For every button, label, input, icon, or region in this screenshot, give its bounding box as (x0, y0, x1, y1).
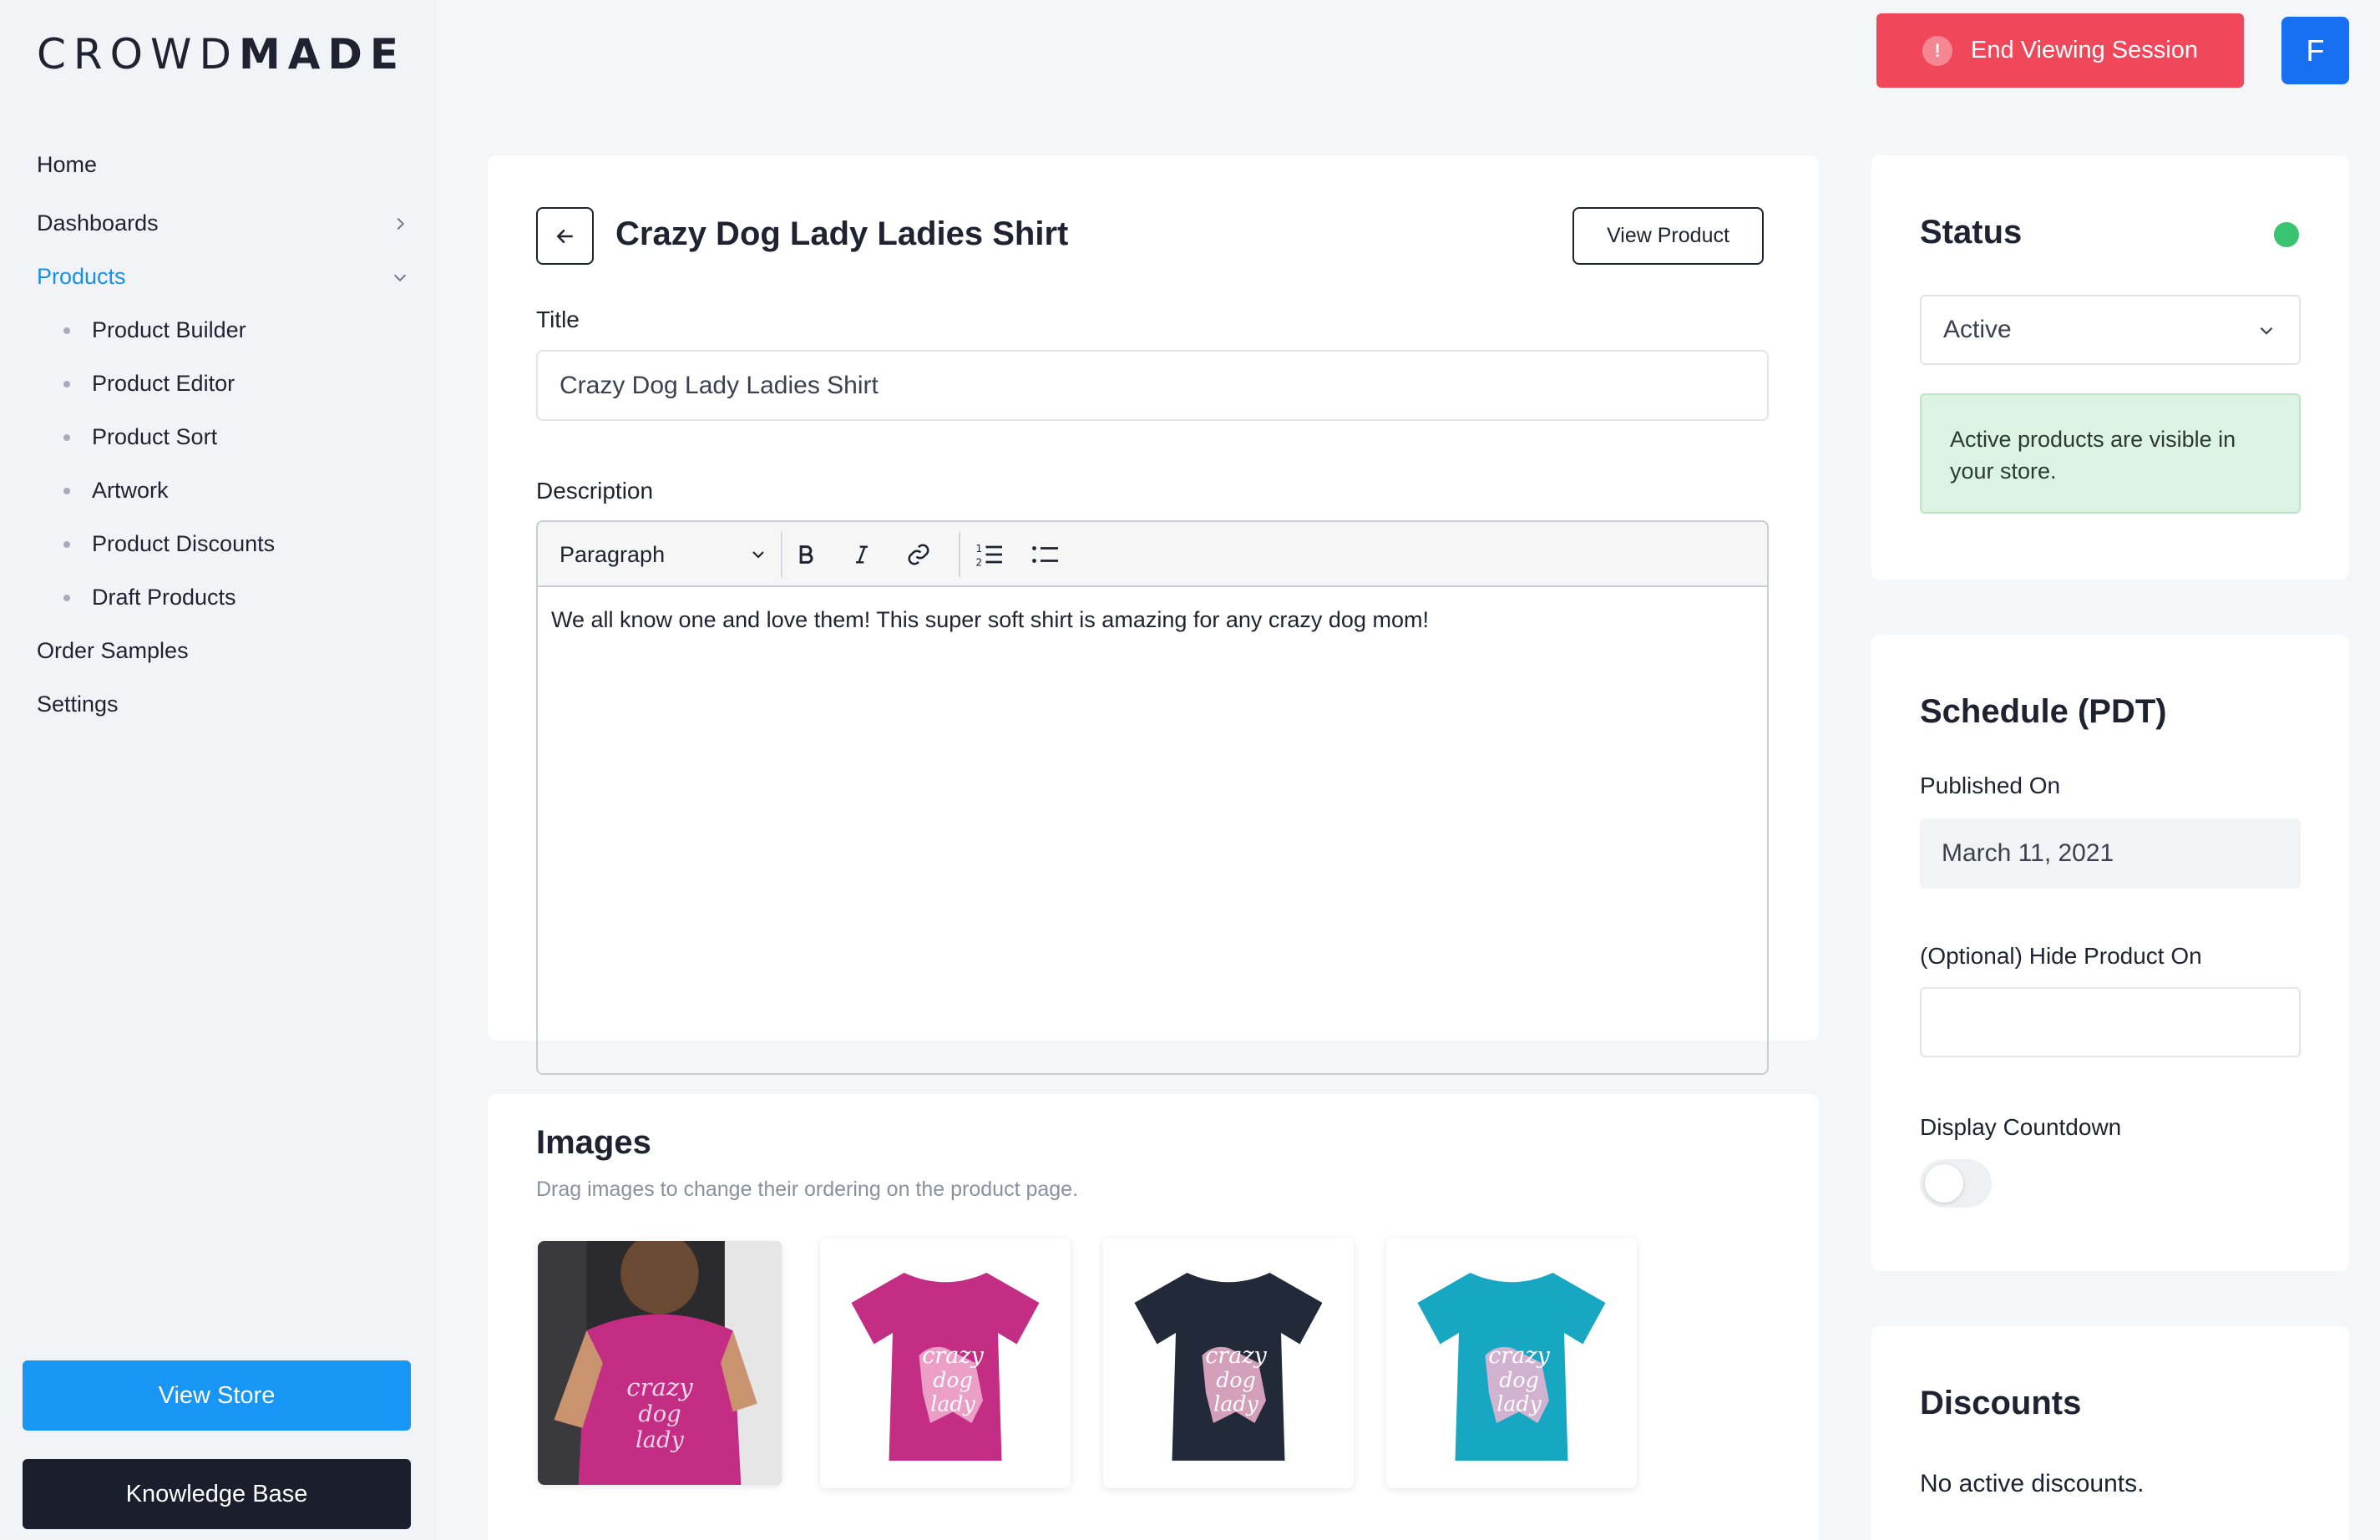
svg-text:crazy: crazy (1205, 1343, 1267, 1369)
sidebar-subitem-draft-products[interactable]: Draft Products (63, 585, 236, 610)
knowledge-base-button[interactable]: Knowledge Base (23, 1459, 411, 1529)
display-countdown-label: Display Countdown (1920, 1114, 2122, 1140)
images-hint: Drag images to change their ordering on … (536, 1178, 1079, 1201)
status-select[interactable]: Active (1920, 295, 2301, 365)
bullet-icon (63, 327, 70, 334)
editor-toolbar: Paragraph 12 (538, 522, 1767, 587)
svg-text:lady: lady (636, 1427, 684, 1453)
sidebar-item-dashboards[interactable]: Dashboards (37, 210, 404, 236)
teal-shirt-image: crazy dog lady (1417, 1273, 1606, 1461)
svg-text:lady: lady (1496, 1392, 1542, 1416)
sidebar-item-settings[interactable]: Settings (37, 691, 119, 717)
svg-text:dog: dog (638, 1401, 681, 1427)
discounts-card: Discounts No active discounts. (1871, 1326, 2349, 1540)
published-on-field[interactable]: March 11, 2021 (1920, 818, 2301, 889)
product-details-card: Crazy Dog Lady Ladies Shirt View Product… (488, 155, 1819, 1075)
ordered-list-icon: 12 (976, 543, 1002, 569)
format-select[interactable]: Paragraph (560, 522, 768, 587)
view-store-button[interactable]: View Store (23, 1360, 411, 1431)
sidebar: CROWDMADE Home Dashboards Products Produ… (0, 0, 437, 1540)
back-button[interactable] (536, 207, 594, 265)
bullet-list-button[interactable] (1027, 536, 1064, 573)
title-label: Title (536, 306, 580, 332)
toggle-knob (1925, 1164, 1963, 1203)
images-title: Images (536, 1124, 651, 1161)
product-image-pink[interactable]: crazy dog lady (820, 1238, 1071, 1488)
link-icon (908, 544, 929, 565)
svg-text:dog: dog (1216, 1368, 1255, 1392)
hide-product-on-field[interactable] (1920, 987, 2301, 1057)
svg-text:1: 1 (976, 543, 983, 555)
product-image-teal[interactable]: crazy dog lady (1386, 1238, 1637, 1488)
svg-text:crazy: crazy (626, 1373, 693, 1401)
display-countdown-toggle[interactable] (1920, 1159, 1992, 1208)
bullet-icon (63, 594, 70, 601)
bullet-list-icon (1032, 546, 1058, 563)
title-input[interactable]: Crazy Dog Lady Ladies Shirt (536, 350, 1769, 421)
chevron-down-icon (393, 274, 407, 281)
arrow-left-icon (555, 229, 573, 243)
svg-text:lady: lady (1213, 1392, 1258, 1416)
images-card: Images Drag images to change their order… (488, 1094, 1819, 1540)
svg-text:lady: lady (930, 1392, 975, 1416)
end-viewing-session-button[interactable]: ! End Viewing Session (1876, 13, 2244, 88)
editor-content[interactable]: We all know one and love them! This supe… (538, 587, 1767, 653)
svg-text:crazy: crazy (1488, 1343, 1550, 1369)
chevron-right-icon (397, 217, 404, 230)
sidebar-item-order-samples[interactable]: Order Samples (37, 638, 189, 664)
svg-text:2: 2 (976, 557, 983, 569)
product-image-model[interactable]: crazy dog lady (538, 1241, 782, 1485)
navy-shirt-image: crazy dog lady (1134, 1273, 1323, 1461)
bold-icon (799, 545, 813, 564)
status-card: Status Active Active products are visibl… (1871, 155, 2349, 580)
no-discounts-text: No active discounts. (1920, 1470, 2145, 1497)
sidebar-subitem-artwork[interactable]: Artwork (63, 478, 169, 504)
description-editor[interactable]: Paragraph 12 We all know one and love th… (536, 520, 1769, 1075)
view-product-button[interactable]: View Product (1572, 207, 1764, 265)
link-button[interactable] (900, 536, 937, 573)
status-indicator-dot (2274, 222, 2299, 247)
description-label: Description (536, 478, 654, 504)
italic-icon (856, 545, 868, 564)
crowdmade-logo[interactable]: CROWDMADE (37, 30, 406, 79)
bullet-icon (63, 433, 70, 441)
sidebar-item-products[interactable]: Products (37, 264, 407, 290)
status-info-box: Active products are visible in your stor… (1920, 393, 2301, 514)
sidebar-subitem-product-editor[interactable]: Product Editor (63, 371, 235, 397)
bullet-icon (63, 487, 70, 494)
schedule-card: Schedule (PDT) Published On March 11, 20… (1871, 635, 2349, 1271)
ordered-list-button[interactable]: 12 (971, 536, 1008, 573)
svg-text:dog: dog (1499, 1368, 1538, 1392)
sidebar-subitem-product-builder[interactable]: Product Builder (63, 317, 246, 343)
product-image-navy[interactable]: crazy dog lady (1103, 1238, 1354, 1488)
discounts-title: Discounts (1920, 1385, 2082, 1421)
schedule-title: Schedule (PDT) (1920, 693, 2167, 730)
bullet-icon (63, 540, 70, 548)
sidebar-subitem-product-sort[interactable]: Product Sort (63, 424, 217, 450)
chevron-down-icon (2260, 327, 2273, 335)
chevron-down-icon (752, 551, 764, 559)
svg-text:dog: dog (933, 1368, 972, 1392)
italic-button[interactable] (843, 536, 880, 573)
status-title: Status (1920, 214, 2023, 251)
hide-product-on-label: (Optional) Hide Product On (1920, 943, 2202, 969)
model-photo-image: crazy dog lady (538, 1241, 782, 1485)
svg-text:crazy: crazy (922, 1343, 984, 1369)
page-title: Crazy Dog Lady Ladies Shirt (615, 215, 1069, 252)
sidebar-subitem-product-discounts[interactable]: Product Discounts (63, 531, 275, 557)
alert-icon: ! (1922, 35, 1953, 66)
toolbar-divider (781, 532, 782, 577)
sidebar-item-home[interactable]: Home (37, 152, 97, 178)
pink-shirt-image: crazy dog lady (851, 1273, 1040, 1461)
published-on-label: Published On (1920, 773, 2061, 798)
user-avatar[interactable]: F (2281, 17, 2349, 84)
bold-button[interactable] (787, 536, 824, 573)
bullet-icon (63, 380, 70, 388)
toolbar-divider (959, 532, 960, 577)
